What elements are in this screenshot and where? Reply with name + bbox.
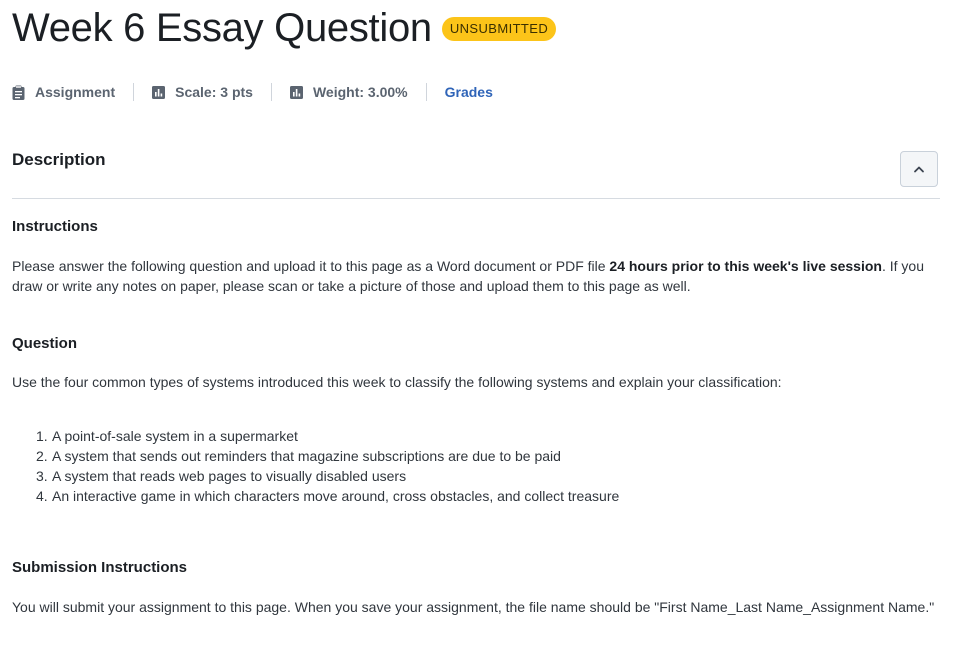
meta-divider xyxy=(425,83,427,101)
assignment-meta-bar: Assignment Scale: 3 pts Weight: 3.00% Gr… xyxy=(12,82,493,102)
chevron-up-icon xyxy=(913,160,925,178)
list-item: 1. A point-of-sale system in a supermarke… xyxy=(36,426,619,446)
meta-assignment-type: Assignment xyxy=(12,84,115,100)
page-title: Week 6 Essay Question xyxy=(12,6,432,50)
submission-text: You will submit your assignment to this … xyxy=(12,599,935,615)
collapse-description-button[interactable] xyxy=(900,151,938,187)
instructions-deadline: 24 hours prior to this week's live sessi… xyxy=(609,258,882,274)
description-heading: Description xyxy=(12,150,106,169)
status-badge: UNSUBMITTED xyxy=(441,17,557,41)
list-item-text: A point-of-sale system in a supermarket xyxy=(52,428,298,444)
list-item-text: A system that reads web pages to visuall… xyxy=(52,468,407,484)
list-item-number: 4. xyxy=(36,488,48,504)
meta-scale-label: Scale: 3 pts xyxy=(175,84,253,100)
meta-divider xyxy=(133,83,135,101)
list-item-number: 3. xyxy=(36,468,48,484)
meta-weight-label: Weight: 3.00% xyxy=(312,84,408,100)
list-item: 2. A system that sends out reminders that… xyxy=(36,446,619,466)
clipboard-icon xyxy=(12,85,35,100)
instructions-text: Please answer the following question and… xyxy=(12,256,942,296)
meta-scale: Scale: 3 pts xyxy=(152,84,253,100)
list-item: 4. An interactive game in which character… xyxy=(36,486,619,506)
instructions-text-part: Please answer the following question and… xyxy=(12,258,610,274)
bar-chart-icon xyxy=(289,85,313,99)
list-item-text: An interactive game in which characters … xyxy=(52,488,620,504)
submission-heading: Submission Instructions xyxy=(12,559,188,576)
meta-type-label: Assignment xyxy=(35,84,116,100)
meta-weight: Weight: 3.00% xyxy=(289,84,408,100)
list-item-number: 2. xyxy=(36,448,48,464)
list-item: 3. A system that reads web pages to visua… xyxy=(36,466,619,486)
list-item-number: 1. xyxy=(36,428,48,444)
assignment-page: Week 6 Essay Question UNSUBMITTED Assign… xyxy=(0,0,966,655)
meta-divider xyxy=(270,83,272,101)
instructions-heading: Instructions xyxy=(12,218,98,235)
title-row: Week 6 Essay Question UNSUBMITTED xyxy=(12,2,557,54)
question-intro: Use the four common types of systems int… xyxy=(12,374,782,390)
question-heading: Question xyxy=(12,335,78,352)
bar-chart-icon xyxy=(152,85,175,99)
question-list: 1. A point-of-sale system in a supermarke… xyxy=(36,426,619,506)
list-item-text: A system that sends out reminders that m… xyxy=(52,448,561,464)
description-divider xyxy=(12,198,940,199)
grades-link[interactable]: Grades xyxy=(445,84,493,100)
